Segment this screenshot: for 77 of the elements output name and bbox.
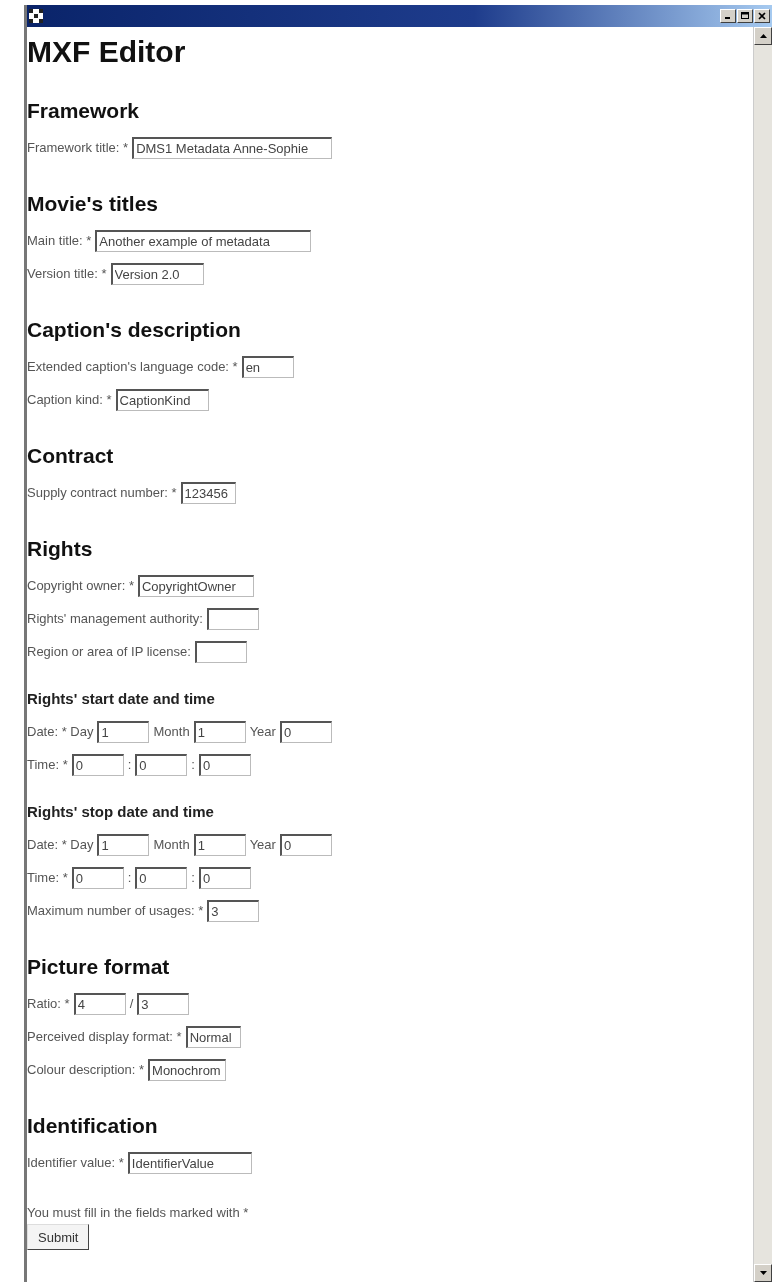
text-field[interactable]: IdentifierValue (127, 1151, 252, 1174)
field-label: Version title: * (27, 266, 107, 281)
text-field[interactable]: 3 (207, 899, 260, 922)
required-fields-note: You must fill in the fields marked with * (27, 1205, 250, 1220)
text-field[interactable]: 0 (135, 753, 188, 776)
text-field[interactable]: 1 (97, 720, 150, 743)
section-heading: Rights' stop date and time (27, 803, 215, 820)
field-label: Date: * Day (27, 724, 94, 739)
scroll-down-button[interactable] (754, 1264, 772, 1282)
text-field[interactable]: en (241, 355, 294, 378)
text-field[interactable]: 0 (198, 866, 251, 889)
section-heading: Movie's titles (27, 192, 160, 216)
field-label: Identifier value: * (27, 1155, 124, 1170)
field-label: Framework title: * (27, 140, 129, 155)
text-field[interactable]: 0 (71, 753, 124, 776)
field-label: Colour description: * (27, 1062, 145, 1077)
down-arrow-icon (759, 1271, 767, 1275)
section-heading: Rights' start date and time (27, 690, 216, 707)
page-title: MXF Editor (27, 35, 187, 69)
text-field[interactable]: Version 2.0 (110, 262, 205, 285)
scrollbar[interactable] (753, 27, 772, 1282)
minimize-button[interactable] (720, 9, 736, 23)
close-button[interactable] (754, 9, 770, 23)
field-label: Month (153, 724, 190, 739)
text-field[interactable]: DMS1 Metadata Anne-Sophie (132, 136, 333, 159)
field-label: Caption kind: * (27, 392, 112, 407)
text-field[interactable]: Another example of metadata (95, 229, 311, 252)
field-label: / (129, 996, 134, 1011)
scroll-up-button[interactable] (754, 27, 772, 45)
field-label: Supply contract number: * (27, 485, 177, 500)
field-label: Time: * (27, 757, 68, 772)
field-label: : (191, 870, 195, 885)
text-field[interactable]: 1 (97, 833, 150, 856)
text-field[interactable]: 0 (279, 720, 332, 743)
text-field[interactable]: Monochrom (148, 1058, 227, 1081)
field-label: : (127, 870, 132, 885)
field-label: Ratio: * (27, 996, 70, 1011)
field-label: : (191, 757, 195, 772)
text-field[interactable]: 0 (198, 753, 251, 776)
text-field[interactable]: CopyrightOwner (137, 574, 255, 597)
maximize-icon (741, 12, 749, 20)
section-heading: Caption's description (27, 318, 242, 342)
text-field[interactable]: 0 (71, 866, 124, 889)
text-field[interactable]: 1 (193, 833, 246, 856)
text-field[interactable]: CaptionKind (115, 388, 210, 411)
section-heading: Rights (27, 537, 94, 561)
window-icon (29, 9, 43, 23)
text-field[interactable]: 3 (137, 992, 190, 1015)
section-heading: Picture format (27, 955, 171, 979)
section-heading: Identification (27, 1114, 159, 1138)
text-field[interactable]: 0 (135, 866, 188, 889)
field-label: Maximum number of usages: * (27, 903, 204, 918)
text-field[interactable] (194, 640, 247, 663)
field-label: Month (153, 837, 190, 852)
text-field[interactable]: 1 (193, 720, 246, 743)
section-heading: Contract (27, 444, 115, 468)
text-field[interactable]: 0 (279, 833, 332, 856)
field-label: Copyright owner: * (27, 578, 134, 593)
text-field[interactable] (206, 607, 259, 630)
field-label: : (127, 757, 132, 772)
field-label: Main title: * (27, 233, 92, 248)
close-icon (758, 12, 766, 20)
field-label: Date: * Day (27, 837, 94, 852)
field-label: Region or area of IP license: (27, 644, 191, 659)
submit-button[interactable]: Submit (27, 1224, 90, 1250)
field-label: Time: * (27, 870, 68, 885)
field-label: Year (249, 724, 276, 739)
field-label: Year (249, 837, 276, 852)
field-label: Rights' management authority: (27, 611, 203, 626)
text-field[interactable]: Normal (185, 1025, 242, 1048)
maximize-button[interactable] (737, 9, 753, 23)
text-field[interactable]: 123456 (180, 481, 237, 504)
text-field[interactable]: 4 (73, 992, 126, 1015)
up-arrow-icon (759, 34, 767, 38)
field-label: Extended caption's language code: * (27, 359, 238, 374)
field-label: Perceived display format: * (27, 1029, 182, 1044)
section-heading: Framework (27, 99, 141, 123)
